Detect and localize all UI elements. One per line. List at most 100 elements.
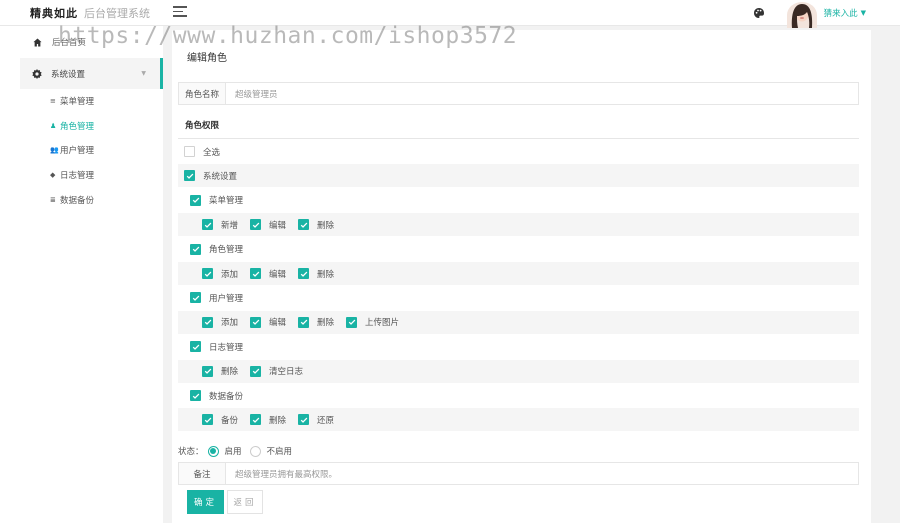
- module-1-label[interactable]: 角色管理: [209, 243, 243, 255]
- module-3-checkbox[interactable]: [190, 341, 201, 353]
- sidebar-item-home[interactable]: 后台首页: [0, 26, 163, 58]
- action-4-2-checkbox[interactable]: [298, 414, 310, 426]
- sidebar-item-2[interactable]: 👥 用户管理: [0, 138, 163, 163]
- role-name-label: 角色名称: [179, 83, 226, 104]
- sidebar-item-4[interactable]: ≣ 数据备份: [0, 187, 163, 212]
- system-settings-checkbox[interactable]: [184, 170, 195, 182]
- logo: 精典如此 后台管理系统: [0, 0, 163, 26]
- sidebar-group-label: 系统设置: [51, 69, 86, 80]
- action-3-0-checkbox[interactable]: [202, 365, 213, 377]
- module-4-label[interactable]: 数据备份: [209, 390, 243, 402]
- action-1-2-checkbox[interactable]: [298, 268, 310, 279]
- role-name-input[interactable]: [226, 83, 858, 104]
- select-all-row: 全选: [178, 140, 859, 163]
- action-2-1-checkbox[interactable]: [250, 316, 262, 328]
- sidebar-item-label: 菜单管理: [60, 97, 95, 108]
- action-1-1-checkbox[interactable]: [250, 268, 262, 279]
- action-0-0-checkbox[interactable]: [202, 219, 213, 231]
- action-1-1-label[interactable]: 编辑: [269, 268, 286, 280]
- module-3-label[interactable]: 日志管理: [209, 341, 243, 353]
- palette-icon[interactable]: [753, 7, 765, 19]
- action-0-1-label[interactable]: 编辑: [269, 219, 286, 231]
- page-title: 编辑角色: [187, 53, 227, 64]
- gear-icon: [32, 68, 42, 79]
- module-4-checkbox[interactable]: [190, 390, 201, 401]
- status-off-label[interactable]: 不启用: [267, 445, 293, 457]
- sidebar-group-system[interactable]: 系统设置 ▼: [20, 58, 163, 89]
- remark-label: 备注: [179, 463, 226, 484]
- sidebar-item-label: 后台首页: [52, 38, 87, 48]
- chevron-down-icon[interactable]: ▼: [861, 9, 866, 17]
- sidebar-item-0[interactable]: ≡ 菜单管理: [0, 89, 163, 114]
- home-icon: [33, 37, 42, 47]
- module-row: 日志管理: [178, 335, 859, 358]
- action-row: 添加 编辑 删除 上传图片: [178, 310, 859, 334]
- action-1-0-checkbox[interactable]: [202, 268, 213, 279]
- brand-subtitle: 后台管理系统: [84, 7, 150, 20]
- list-icon: ≡: [50, 97, 56, 106]
- module-row: 角色管理: [178, 238, 859, 261]
- action-3-1-checkbox[interactable]: [250, 365, 262, 377]
- action-0-2-checkbox[interactable]: [298, 219, 310, 231]
- users-icon: 👥: [50, 146, 59, 155]
- action-row: 新增 编辑 删除: [178, 213, 859, 237]
- module-row: 用户管理: [178, 286, 859, 309]
- root-permission-row: 系统设置: [178, 164, 859, 188]
- action-1-2-label[interactable]: 删除: [317, 268, 334, 280]
- sidebar: 后台首页 系统设置 ▼ ≡ 菜单管理 ♟ 角色管理 👥 用户管理 ◆ 日志管理 ≣ 数据备份: [0, 26, 163, 523]
- action-3-0-label[interactable]: 删除: [221, 365, 238, 377]
- action-row: 删除 清空日志: [178, 359, 859, 383]
- status-on-radio[interactable]: [207, 445, 219, 457]
- action-row: 添加 编辑 删除: [178, 262, 859, 285]
- module-2-label[interactable]: 用户管理: [209, 292, 243, 304]
- module-0-checkbox[interactable]: [190, 194, 201, 206]
- action-0-2-label[interactable]: 删除: [317, 219, 334, 231]
- module-row: 数据备份: [178, 384, 859, 407]
- select-all-label[interactable]: 全选: [203, 146, 220, 158]
- action-3-1-label[interactable]: 清空日志: [269, 365, 303, 377]
- system-settings-label[interactable]: 系统设置: [203, 170, 237, 182]
- tag-icon: ◆: [50, 171, 56, 180]
- sidebar-item-label: 数据备份: [60, 195, 95, 206]
- select-all-checkbox[interactable]: [184, 146, 195, 157]
- action-2-3-checkbox[interactable]: [346, 316, 358, 328]
- module-1-checkbox[interactable]: [190, 243, 201, 255]
- action-1-0-label[interactable]: 添加: [221, 268, 238, 280]
- sidebar-item-1[interactable]: ♟ 角色管理: [0, 114, 163, 139]
- action-2-0-label[interactable]: 添加: [221, 316, 238, 328]
- sidebar-item-label: 日志管理: [60, 171, 95, 182]
- remark-input[interactable]: [226, 463, 858, 484]
- sidebar-item-label: 角色管理: [60, 121, 95, 132]
- module-0-label[interactable]: 菜单管理: [209, 194, 243, 206]
- action-4-1-checkbox[interactable]: [250, 414, 262, 426]
- action-2-2-checkbox[interactable]: [298, 316, 310, 328]
- edit-role-panel: 编辑角色 角色名称 角色权限 全选系统设置菜单管理新增编辑删除角色管理添加编辑删…: [172, 30, 871, 523]
- permissions-title: 角色权限: [185, 121, 220, 131]
- action-4-0-checkbox[interactable]: [202, 414, 213, 426]
- action-0-0-label[interactable]: 新增: [221, 219, 238, 231]
- action-4-2-label[interactable]: 还原: [317, 414, 334, 426]
- user-name[interactable]: 猜来入此: [824, 7, 858, 19]
- action-4-1-label[interactable]: 删除: [269, 414, 286, 426]
- avatar[interactable]: [786, 2, 817, 28]
- menu-toggle-icon[interactable]: [173, 6, 187, 19]
- confirm-button[interactable]: 确定: [187, 490, 224, 514]
- chevron-down-icon: ▼: [141, 70, 146, 77]
- module-2-checkbox[interactable]: [190, 292, 201, 304]
- divider: [178, 138, 859, 139]
- action-4-0-label[interactable]: 备份: [221, 414, 238, 426]
- action-0-1-checkbox[interactable]: [250, 219, 262, 231]
- status-off-radio[interactable]: [249, 445, 261, 457]
- back-button[interactable]: 返回: [227, 490, 263, 514]
- action-2-0-checkbox[interactable]: [202, 316, 213, 328]
- module-row: 菜单管理: [178, 189, 859, 212]
- action-2-2-label[interactable]: 删除: [317, 316, 334, 328]
- action-2-3-label[interactable]: 上传图片: [365, 316, 399, 328]
- sidebar-item-label: 用户管理: [60, 146, 95, 157]
- sidebar-item-3[interactable]: ◆ 日志管理: [0, 163, 163, 188]
- status-on-label[interactable]: 启用: [225, 445, 242, 457]
- top-bar: 精典如此 后台管理系统 猜来入此 ▼: [0, 0, 900, 28]
- action-2-1-label[interactable]: 编辑: [269, 316, 286, 328]
- role-name-row: 角色名称: [178, 82, 859, 105]
- status-row: 状态： 启用 不启用: [178, 444, 292, 458]
